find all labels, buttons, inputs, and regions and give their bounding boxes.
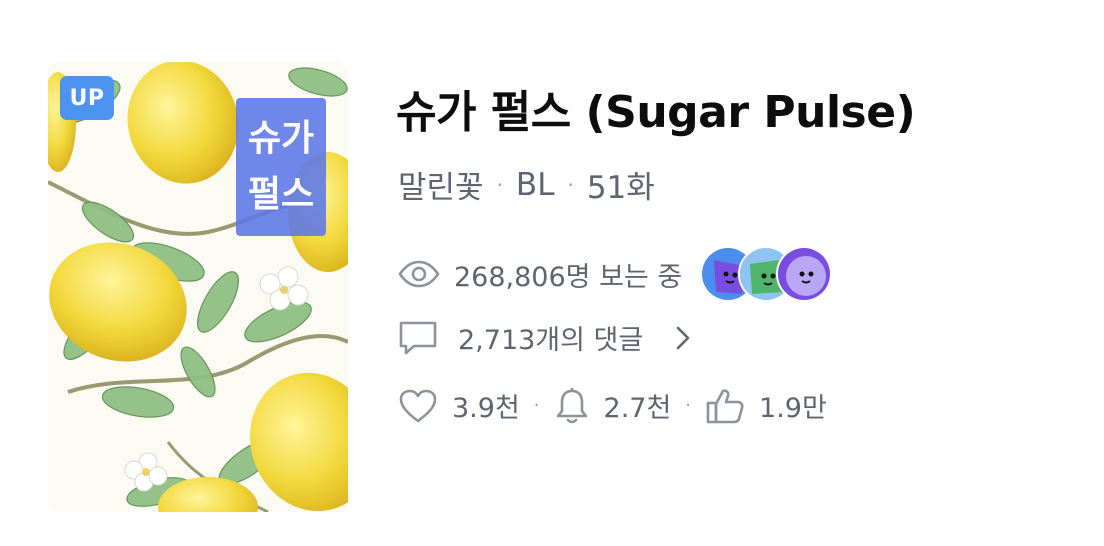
author-link[interactable]: 말린꽃 [398, 162, 484, 207]
series-meta: 말린꽃 · BL · 51화 [398, 162, 655, 207]
meta-separator: · [496, 172, 503, 197]
viewers-row: 268,806명 보는 중 [398, 246, 833, 302]
update-badge: UP [60, 76, 114, 120]
subscriber-count: 2.7천 [603, 393, 672, 424]
eye-icon [398, 260, 440, 288]
comment-icon [399, 321, 437, 354]
subscribe-button[interactable]: 2.7천 [554, 386, 672, 425]
viewer-avatars [700, 246, 833, 302]
thumbs-up-icon [706, 388, 744, 423]
comments-link[interactable]: 2,713개의 댓글 [398, 318, 691, 357]
stats-row: 3.9천 · 2.7천 · 1.9만 [398, 386, 827, 425]
cover-title-line-2: 펄스 [247, 174, 315, 215]
recommend-count: 1.9만 [759, 393, 827, 424]
series-title: 슈가 펄스 (Sugar Pulse) [396, 87, 916, 138]
genre-label[interactable]: BL [516, 167, 555, 203]
meta-separator: · [567, 172, 574, 197]
chevron-right-icon [676, 326, 690, 349]
like-button[interactable]: 3.9천 [398, 386, 520, 425]
episode-count: 51화 [586, 170, 655, 206]
stats-separator: · [533, 395, 540, 416]
bell-icon [556, 387, 587, 423]
cover-title-line-1: 슈가 [247, 118, 315, 159]
heart-icon [399, 389, 437, 422]
stats-separator: · [685, 395, 692, 416]
cover-title-label: 슈가 펄스 [236, 98, 326, 236]
comments-count: 2,713개의 댓글 [458, 325, 644, 356]
recommend-button[interactable]: 1.9만 [705, 386, 827, 425]
viewers-count: 268,806명 보는 중 [454, 261, 683, 293]
avatar [776, 246, 833, 302]
like-count: 3.9천 [452, 393, 520, 424]
webtoon-cover[interactable]: UP 슈가 펄스 [48, 62, 348, 512]
